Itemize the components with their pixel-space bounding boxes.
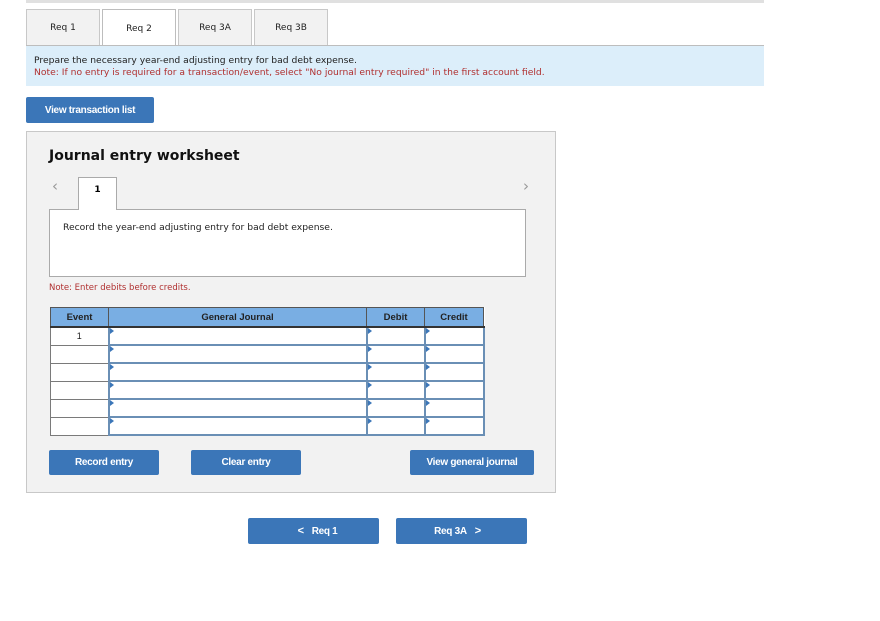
clear-entry-button[interactable]: Clear entry bbox=[191, 450, 301, 475]
instructions-panel: Prepare the necessary year-end adjusting… bbox=[26, 46, 764, 86]
entry-tab-1[interactable]: 1 bbox=[78, 177, 117, 210]
instructions-text: Prepare the necessary year-end adjusting… bbox=[34, 55, 357, 66]
view-general-journal-button[interactable]: View general journal bbox=[410, 450, 534, 475]
account-field[interactable] bbox=[107, 362, 368, 382]
journal-table: Event General Journal Debit Credit 1 bbox=[50, 307, 485, 436]
instructions-note: Note: If no entry is required for a tran… bbox=[34, 67, 545, 78]
next-requirement-button[interactable]: Req 3A > bbox=[396, 518, 527, 544]
tab-req-2[interactable]: Req 2 bbox=[102, 9, 176, 47]
prev-requirement-button[interactable]: < Req 1 bbox=[248, 518, 379, 544]
event-cell bbox=[50, 344, 109, 364]
entry-tab-label: 1 bbox=[94, 185, 101, 195]
debit-field[interactable] bbox=[365, 380, 426, 400]
credit-field[interactable] bbox=[423, 398, 485, 418]
account-field[interactable] bbox=[107, 344, 368, 364]
requirement-tabs: Req 1 Req 2 Req 3A Req 3B bbox=[26, 9, 330, 47]
chevron-right-icon[interactable]: › bbox=[523, 177, 529, 195]
debit-field[interactable] bbox=[365, 326, 426, 346]
tab-req-1[interactable]: Req 1 bbox=[26, 9, 100, 45]
account-field[interactable] bbox=[107, 398, 368, 418]
credit-field[interactable] bbox=[423, 416, 485, 436]
credit-field[interactable] bbox=[423, 344, 485, 364]
table-row bbox=[50, 362, 485, 382]
event-cell bbox=[50, 398, 109, 418]
prev-requirement-label: Req 1 bbox=[311, 525, 338, 537]
entry-description: Record the year-end adjusting entry for … bbox=[63, 222, 333, 233]
event-cell bbox=[50, 380, 109, 400]
event-cell bbox=[50, 416, 109, 436]
chevron-right-icon: > bbox=[474, 525, 481, 537]
table-row bbox=[50, 344, 485, 364]
table-row bbox=[50, 416, 485, 436]
chevron-left-icon[interactable]: ‹ bbox=[52, 177, 58, 195]
view-transaction-list-button[interactable]: View transaction list bbox=[26, 97, 154, 123]
event-cell bbox=[50, 362, 109, 382]
event-cell: 1 bbox=[50, 326, 109, 346]
chevron-left-icon: < bbox=[297, 525, 304, 537]
debit-field[interactable] bbox=[365, 416, 426, 436]
next-requirement-label: Req 3A bbox=[434, 525, 467, 537]
journal-entry-worksheet: Journal entry worksheet ‹ › 1 Record the… bbox=[26, 131, 556, 493]
debit-field[interactable] bbox=[365, 344, 426, 364]
credit-field[interactable] bbox=[423, 326, 485, 346]
tab-req-3b[interactable]: Req 3B bbox=[254, 9, 328, 45]
top-bar bbox=[26, 0, 764, 3]
account-field[interactable] bbox=[107, 416, 368, 436]
table-row: 1 bbox=[50, 326, 485, 346]
worksheet-title: Journal entry worksheet bbox=[49, 148, 240, 164]
table-row bbox=[50, 398, 485, 418]
account-field[interactable] bbox=[107, 380, 368, 400]
header-event: Event bbox=[50, 307, 109, 328]
record-entry-button[interactable]: Record entry bbox=[49, 450, 159, 475]
tab-req-3a[interactable]: Req 3A bbox=[178, 9, 252, 45]
table-row bbox=[50, 380, 485, 400]
credit-field[interactable] bbox=[423, 380, 485, 400]
debit-field[interactable] bbox=[365, 398, 426, 418]
header-general-journal: General Journal bbox=[108, 307, 367, 328]
credit-field[interactable] bbox=[423, 362, 485, 382]
header-debit: Debit bbox=[366, 307, 425, 328]
account-field[interactable] bbox=[107, 326, 368, 346]
debit-field[interactable] bbox=[365, 362, 426, 382]
entry-description-box: Record the year-end adjusting entry for … bbox=[49, 209, 526, 277]
header-credit: Credit bbox=[424, 307, 484, 328]
debits-note: Note: Enter debits before credits. bbox=[49, 283, 191, 293]
